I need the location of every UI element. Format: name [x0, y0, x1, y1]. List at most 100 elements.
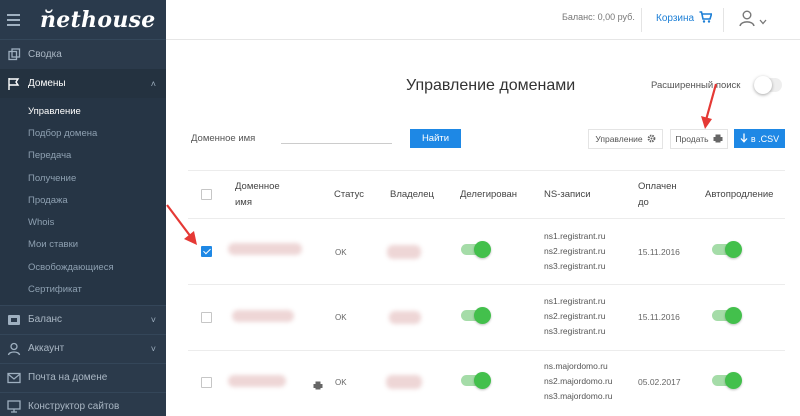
column-header-domain[interactable]: Доменное имя	[235, 179, 280, 211]
csv-export-button[interactable]: в .CSV	[734, 129, 785, 148]
sidebar-item-label: Сводка	[28, 49, 62, 60]
column-header-autorenew[interactable]: Автопродление	[705, 187, 773, 203]
toggle-knob	[754, 76, 772, 94]
owner-redacted	[389, 311, 421, 324]
column-header-ns[interactable]: NS-записи	[544, 187, 591, 203]
manage-button[interactable]: Управление	[588, 129, 663, 149]
autorenew-switch[interactable]	[712, 372, 742, 389]
sell-button[interactable]: Продать	[670, 129, 728, 149]
ns-record: ns.majordomo.ru	[544, 361, 608, 371]
table-divider	[188, 218, 785, 219]
chevron-down-icon	[759, 12, 767, 30]
sidebar-subitem-receive[interactable]: Получение	[0, 167, 166, 189]
owner-redacted	[387, 245, 421, 259]
sidebar: n̆ethouse Сводка Домены ˄ Управление Под…	[0, 0, 166, 416]
chevron-down-icon: ˅	[150, 343, 156, 354]
header-paid-line1: Оплачен	[638, 181, 677, 192]
divider	[641, 8, 642, 32]
sidebar-item-label: Аккаунт	[28, 343, 65, 355]
annotation-arrow-icon	[701, 83, 718, 129]
row-checkbox[interactable]	[201, 246, 212, 257]
flag-icon	[6, 76, 22, 92]
find-button[interactable]: Найти	[410, 129, 461, 148]
paid-until-date: 15.11.2016	[638, 247, 680, 257]
switch-knob	[725, 241, 742, 258]
divider	[723, 8, 724, 32]
wallet-icon	[6, 312, 22, 328]
sidebar-item-label: Домены	[28, 78, 66, 89]
ns-record: ns3.majordomo.ru	[544, 391, 613, 401]
sidebar-subitem-search[interactable]: Подбор домена	[0, 122, 166, 144]
row-checkbox[interactable]	[201, 377, 212, 388]
delegated-switch[interactable]	[461, 241, 491, 258]
ns-records: ns1.registrant.ru ns2.registrant.ru ns3.…	[544, 229, 605, 274]
switch-knob	[474, 307, 491, 324]
column-header-owner[interactable]: Владелец	[390, 187, 434, 203]
ns-record: ns3.registrant.ru	[544, 326, 606, 336]
ns-records: ns.majordomo.ru ns2.majordomo.ru ns3.maj…	[544, 359, 613, 404]
autorenew-switch[interactable]	[712, 241, 742, 258]
manage-button-label: Управление	[595, 134, 643, 144]
sidebar-subitem-bids[interactable]: Мои ставки	[0, 234, 166, 256]
delegated-switch[interactable]	[461, 307, 491, 324]
header-domain-line2: имя	[235, 197, 252, 208]
domains-submenu: Управление Подбор домена Передача Получе…	[0, 98, 166, 305]
switch-knob	[725, 372, 742, 389]
top-header: Баланс: 0,00 руб. Корзина	[166, 0, 800, 40]
ns-record: ns2.majordomo.ru	[544, 376, 613, 386]
sidebar-item-label: Конструктор сайтов	[28, 401, 120, 413]
user-menu[interactable]	[738, 9, 767, 32]
domain-name-redacted[interactable]	[232, 310, 294, 322]
sidebar-item-label: Почта на домене	[28, 372, 108, 384]
chevron-up-icon: ˄	[150, 78, 156, 89]
cart-label: Корзина	[656, 13, 695, 24]
switch-knob	[725, 307, 742, 324]
balance-text: Баланс: 0,00 руб.	[562, 12, 635, 22]
sidebar-item-summary[interactable]: Сводка	[0, 40, 166, 69]
logo[interactable]: n̆ethouse	[40, 7, 156, 33]
sidebar-item-label: Баланс	[28, 314, 63, 326]
domain-filter-label: Доменное имя	[191, 133, 256, 144]
sidebar-subitem-expiring[interactable]: Освобождающиеся	[0, 256, 166, 278]
ns-record: ns3.registrant.ru	[544, 261, 606, 271]
domain-search-input[interactable]	[281, 128, 392, 144]
column-header-status[interactable]: Статус	[334, 187, 364, 203]
user-icon	[738, 9, 756, 32]
sidebar-item-account[interactable]: Аккаунт ˅	[0, 333, 166, 363]
printer-icon	[313, 377, 323, 395]
domain-name-redacted[interactable]	[228, 375, 286, 387]
menu-icon[interactable]	[0, 13, 34, 26]
mail-icon	[6, 370, 22, 386]
paid-until-date: 15.11.2016	[638, 312, 680, 322]
autorenew-switch[interactable]	[712, 307, 742, 324]
sidebar-subitem-sale[interactable]: Продажа	[0, 189, 166, 211]
switch-knob	[474, 372, 491, 389]
advanced-search-toggle[interactable]	[754, 76, 782, 94]
column-header-paid[interactable]: Оплачен до	[638, 179, 677, 211]
sidebar-subitem-transfer[interactable]: Передача	[0, 145, 166, 167]
download-icon	[740, 133, 748, 145]
copy-icon	[6, 47, 22, 63]
sidebar-subitem-certificate[interactable]: Сертификат	[0, 278, 166, 300]
row-checkbox[interactable]	[201, 312, 212, 323]
ns-record: ns2.registrant.ru	[544, 246, 606, 256]
select-all-checkbox[interactable]	[201, 189, 212, 200]
owner-redacted	[386, 375, 422, 389]
annotation-arrow-icon	[166, 204, 197, 245]
ns-records: ns1.registrant.ru ns2.registrant.ru ns3.…	[544, 294, 605, 339]
domain-name-redacted[interactable]	[228, 243, 302, 255]
column-header-delegated[interactable]: Делегирован	[460, 187, 517, 203]
sidebar-subitem-manage[interactable]: Управление	[0, 100, 166, 122]
switch-knob	[474, 241, 491, 258]
status-text: OK	[335, 313, 347, 322]
monitor-icon	[6, 399, 22, 415]
delegated-switch[interactable]	[461, 372, 491, 389]
sidebar-subitem-whois[interactable]: Whois	[0, 211, 166, 233]
sidebar-item-site-builder[interactable]: Конструктор сайтов	[0, 391, 166, 416]
sidebar-item-mail[interactable]: Почта на домене	[0, 362, 166, 392]
sidebar-item-balance[interactable]: Баланс ˅	[0, 304, 166, 334]
ns-record: ns1.registrant.ru	[544, 231, 606, 241]
sell-button-label: Продать	[675, 134, 709, 144]
cart-link[interactable]: Корзина	[656, 11, 713, 26]
sidebar-item-domains[interactable]: Домены ˄	[0, 69, 166, 98]
